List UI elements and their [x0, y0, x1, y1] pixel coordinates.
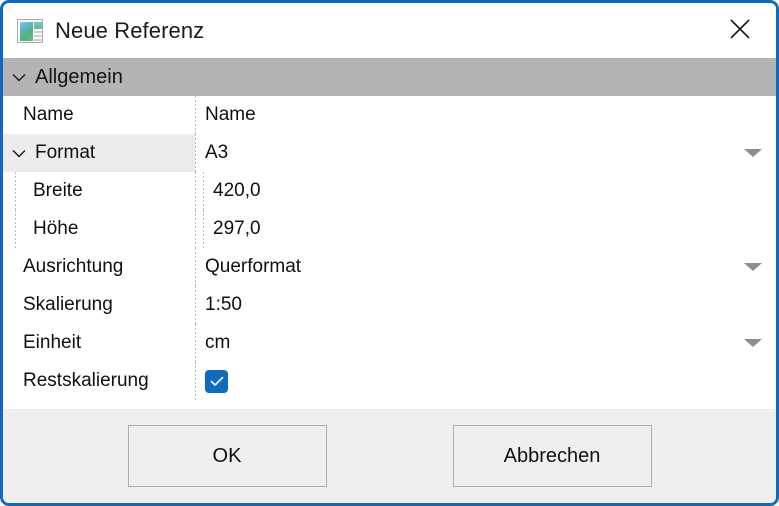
breite-input[interactable]: 420,0: [213, 180, 261, 202]
ok-button[interactable]: OK: [128, 425, 327, 487]
row-einheit[interactable]: Einheit cm: [3, 324, 776, 362]
chevron-down-icon[interactable]: [744, 263, 762, 271]
section-header-allgemein[interactable]: Allgemein: [3, 58, 776, 96]
row-label-einheit: Einheit: [23, 332, 81, 354]
skalierung-input[interactable]: 1:50: [205, 294, 242, 316]
row-label-hoehe: Höhe: [33, 218, 78, 240]
cancel-button[interactable]: Abbrechen: [453, 425, 652, 487]
einheit-select-value[interactable]: cm: [205, 332, 230, 354]
section-label: Allgemein: [35, 66, 123, 89]
row-label-restskalierung: Restskalierung: [23, 370, 149, 392]
chevron-down-icon[interactable]: [11, 149, 27, 158]
chevron-down-icon[interactable]: [11, 73, 27, 82]
property-grid: Allgemein Name Name Format A3: [3, 58, 776, 409]
restskalierung-checkbox[interactable]: [205, 370, 228, 393]
row-skalierung[interactable]: Skalierung 1:50: [3, 286, 776, 324]
format-select-value[interactable]: A3: [205, 142, 228, 164]
ausrichtung-select-value[interactable]: Querformat: [205, 256, 301, 278]
row-breite[interactable]: Breite 420,0: [3, 172, 776, 210]
row-hoehe[interactable]: Höhe 297,0: [3, 210, 776, 248]
chevron-down-icon[interactable]: [744, 339, 762, 347]
row-ausrichtung[interactable]: Ausrichtung Querformat: [3, 248, 776, 286]
row-label-ausrichtung: Ausrichtung: [23, 256, 123, 278]
window-title: Neue Referenz: [55, 20, 204, 42]
row-restskalierung[interactable]: Restskalierung: [3, 362, 776, 400]
dialog-window: Neue Referenz Allgemein Name Name: [0, 0, 779, 506]
row-label-breite: Breite: [33, 180, 83, 202]
row-format[interactable]: Format A3: [3, 134, 776, 172]
row-label-format: Format: [35, 142, 95, 164]
title-bar: Neue Referenz: [3, 3, 776, 58]
hoehe-input[interactable]: 297,0: [213, 218, 261, 240]
close-icon[interactable]: [712, 3, 768, 55]
dialog-footer: OK Abbrechen: [3, 409, 776, 503]
row-label-name: Name: [23, 104, 74, 126]
chevron-down-icon[interactable]: [744, 149, 762, 157]
row-name[interactable]: Name Name: [3, 96, 776, 134]
row-label-skalierung: Skalierung: [23, 294, 113, 316]
name-input[interactable]: Name: [205, 104, 256, 126]
application-window-icon: [17, 19, 43, 43]
